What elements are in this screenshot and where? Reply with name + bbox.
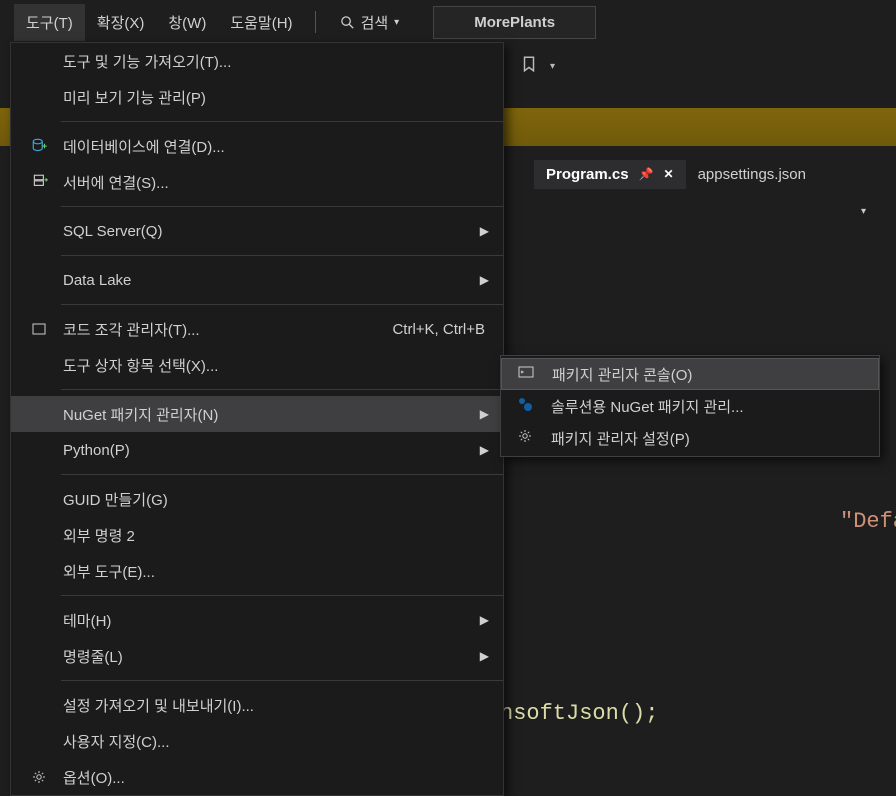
submenu-arrow-icon: ▶: [480, 649, 489, 663]
menu-separator: [61, 121, 503, 122]
close-icon[interactable]: ✕: [664, 167, 674, 181]
menu-help[interactable]: 도움말(H): [218, 4, 304, 41]
submenu-arrow-icon: ▶: [480, 273, 489, 287]
submenu-arrow-icon: ▶: [480, 407, 489, 421]
solution-name[interactable]: MorePlants: [433, 6, 596, 39]
submenu-arrow-icon: ▶: [480, 224, 489, 238]
menu-separator: [61, 255, 503, 256]
menu-connect-server[interactable]: 서버에 연결(S)...: [11, 164, 503, 200]
toolbar-overflow[interactable]: ▾: [550, 61, 555, 72]
submenu-pm-console[interactable]: 패키지 관리자 콘솔(O): [501, 358, 879, 390]
tab-program-cs[interactable]: Program.cs 📌 ✕: [534, 160, 686, 189]
menu-customize[interactable]: 사용자 지정(C)...: [11, 723, 503, 759]
menu-external-cmd2[interactable]: 외부 명령 2: [11, 517, 503, 553]
menu-toolbox-items[interactable]: 도구 상자 항목 선택(X)...: [11, 347, 503, 383]
menu-preview-features[interactable]: 미리 보기 기능 관리(P): [11, 79, 503, 115]
menu-nuget[interactable]: NuGet 패키지 관리자(N)▶: [11, 396, 503, 432]
menu-separator: [61, 389, 503, 390]
menu-bar: 도구(T) 확장(X) 창(W) 도움말(H) 검색 ▾ MorePlants: [0, 0, 896, 44]
code-string: "Defau: [840, 509, 896, 534]
menu-external-tools[interactable]: 외부 도구(E)...: [11, 553, 503, 589]
nuget-icon: [517, 396, 533, 416]
submenu-manage-nuget[interactable]: 솔루션용 NuGet 패키지 관리...: [501, 390, 879, 422]
search-icon: [340, 15, 355, 30]
gear-icon: [517, 428, 533, 448]
menu-window[interactable]: 창(W): [156, 4, 218, 41]
tools-menu-dropdown: 도구 및 기능 가져오기(T)... 미리 보기 기능 관리(P) 데이터베이스…: [10, 42, 504, 796]
menu-separator: [61, 304, 503, 305]
menu-code-snippets[interactable]: 코드 조각 관리자(T)... Ctrl+K, Ctrl+B: [11, 311, 503, 347]
menu-create-guid[interactable]: GUID 만들기(G): [11, 481, 503, 517]
menu-theme[interactable]: 테마(H)▶: [11, 602, 503, 638]
menu-options[interactable]: 옵션(O)...: [11, 759, 503, 795]
menu-commandline[interactable]: 명령줄(L)▶: [11, 638, 503, 674]
bookmark-icon[interactable]: [520, 55, 538, 77]
nuget-submenu: 패키지 관리자 콘솔(O) 솔루션용 NuGet 패키지 관리... 패키지 관…: [500, 355, 880, 457]
menu-connect-db[interactable]: 데이터베이스에 연결(D)...: [11, 128, 503, 164]
shortcut-text: Ctrl+K, Ctrl+B: [392, 321, 503, 338]
submenu-pm-settings[interactable]: 패키지 관리자 설정(P): [501, 422, 879, 454]
chevron-down-icon: ▾: [394, 17, 399, 28]
console-icon: [518, 364, 534, 384]
menu-extensions[interactable]: 확장(X): [85, 4, 157, 41]
tab-label: Program.cs: [546, 166, 629, 183]
menu-import-export[interactable]: 설정 가져오기 및 내보내기(I)...: [11, 687, 503, 723]
tab-label: appsettings.json: [698, 166, 806, 183]
gear-icon: [31, 769, 47, 785]
tab-appsettings[interactable]: appsettings.json: [686, 160, 818, 189]
menu-data-lake[interactable]: Data Lake▶: [11, 262, 503, 298]
code-fragment: nsoftJson();: [500, 701, 658, 726]
menu-separator: [61, 595, 503, 596]
submenu-arrow-icon: ▶: [480, 443, 489, 457]
pin-icon[interactable]: 📌: [639, 167, 654, 181]
snippet-icon: [31, 321, 47, 337]
menu-python[interactable]: Python(P)▶: [11, 432, 503, 468]
submenu-arrow-icon: ▶: [480, 613, 489, 627]
menu-separator: [61, 474, 503, 475]
menu-separator: [315, 11, 316, 33]
menu-tools[interactable]: 도구(T): [14, 4, 85, 41]
menu-sql-server[interactable]: SQL Server(Q)▶: [11, 213, 503, 249]
database-icon: [31, 137, 49, 155]
menu-get-tools[interactable]: 도구 및 기능 가져오기(T)...: [11, 43, 503, 79]
search-label: 검색: [361, 12, 389, 33]
menu-separator: [61, 680, 503, 681]
server-icon: [31, 173, 49, 191]
menu-separator: [61, 206, 503, 207]
search-box[interactable]: 검색 ▾: [330, 8, 410, 37]
